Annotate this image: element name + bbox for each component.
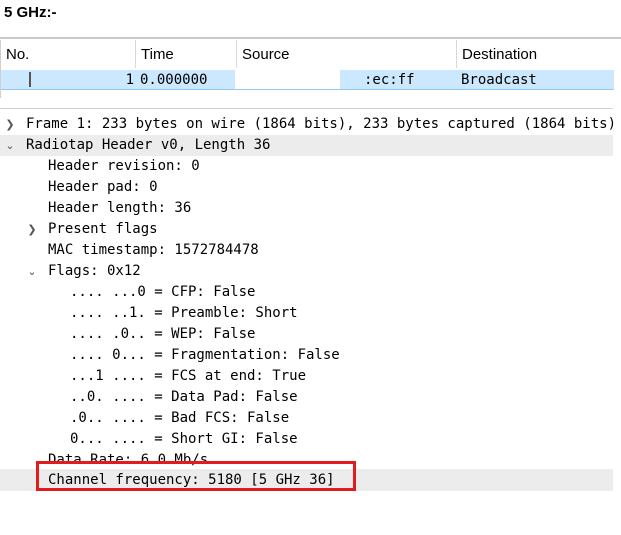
tree-item-label: ...1 .... = FCS at end: True	[70, 368, 307, 384]
tree-item-label: .... 0... = Fragmentation: False	[70, 347, 340, 363]
packet-row-selected[interactable]: 1 0.000000 :ec:ff Broadcast	[1, 70, 614, 90]
tree-item-flag-short-gi[interactable]: 0... .... = Short GI: False	[0, 429, 613, 450]
tree-item-header-pad[interactable]: Header pad: 0	[0, 177, 613, 198]
tree-item-label: Header pad: 0	[48, 179, 158, 195]
tree-item-label: .... .0.. = WEP: False	[70, 326, 256, 342]
tree-item-flag-fragmentation[interactable]: .... 0... = Fragmentation: False	[0, 345, 613, 366]
tree-item-label: MAC timestamp: 1572784478	[48, 242, 259, 258]
tree-item-label: .0.. .... = Bad FCS: False	[70, 410, 290, 426]
section-heading: 5 GHz:-	[4, 4, 57, 21]
tree-item-label: Frame 1: 233 bytes on wire (1864 bits), …	[26, 116, 617, 132]
tree-item-flag-cfp[interactable]: .... ...0 = CFP: False	[0, 282, 613, 303]
packet-source: :ec:ff	[364, 72, 415, 88]
column-header-time[interactable]: Time	[136, 40, 237, 68]
tree-item-frame[interactable]: ❯ Frame 1: 233 bytes on wire (1864 bits)…	[0, 114, 617, 135]
packet-list[interactable]: No. Time Source Destination 1 0.000000 :…	[0, 40, 614, 139]
source-redacted	[235, 70, 340, 89]
tree-item-label: Header revision: 0	[48, 158, 200, 174]
annotation-highlight-box	[36, 461, 356, 491]
divider	[0, 37, 621, 39]
column-header-no[interactable]: No.	[1, 40, 136, 68]
tree-item-flag-data-pad[interactable]: ..0. .... = Data Pad: False	[0, 387, 613, 408]
pane-divider[interactable]	[0, 108, 613, 109]
packet-list-header: No. Time Source Destination	[1, 40, 614, 68]
chevron-right-icon[interactable]: ❯	[26, 219, 38, 240]
tree-item-mac-timestamp[interactable]: MAC timestamp: 1572784478	[0, 240, 613, 261]
tree-item-label: ..0. .... = Data Pad: False	[70, 389, 298, 405]
tree-item-flag-fcs-at-end[interactable]: ...1 .... = FCS at end: True	[0, 366, 613, 387]
tree-item-present-flags[interactable]: ❯ Present flags	[0, 219, 613, 240]
tree-item-label: 0... .... = Short GI: False	[70, 431, 298, 447]
tree-item-radiotap[interactable]: ⌄ Radiotap Header v0, Length 36	[0, 135, 613, 156]
tree-item-flag-bad-fcs[interactable]: .0.. .... = Bad FCS: False	[0, 408, 613, 429]
packet-destination: Broadcast	[461, 72, 537, 88]
chevron-down-icon[interactable]: ⌄	[4, 135, 16, 156]
tree-item-label: Radiotap Header v0, Length 36	[26, 137, 271, 153]
column-header-source[interactable]: Source	[237, 40, 457, 68]
tree-item-label: Header length: 36	[48, 200, 192, 216]
tree-item-label: .... ..1. = Preamble: Short	[70, 305, 298, 321]
tree-item-label: .... ...0 = CFP: False	[70, 284, 256, 300]
column-header-destination[interactable]: Destination	[457, 40, 614, 68]
chevron-right-icon[interactable]: ❯	[4, 114, 16, 135]
tree-item-label: Present flags	[48, 221, 158, 237]
tree-item-header-revision[interactable]: Header revision: 0	[0, 156, 613, 177]
chevron-down-icon[interactable]: ⌄	[26, 261, 38, 282]
packet-no: 1	[125, 72, 134, 88]
tree-item-flags[interactable]: ⌄ Flags: 0x12	[0, 261, 613, 282]
tree-item-flag-wep[interactable]: .... .0.. = WEP: False	[0, 324, 613, 345]
tree-item-header-length[interactable]: Header length: 36	[0, 198, 613, 219]
packet-time: 0.000000	[140, 72, 208, 88]
tree-item-label: Flags: 0x12	[48, 263, 141, 279]
tree-item-flag-preamble[interactable]: .... ..1. = Preamble: Short	[0, 303, 613, 324]
